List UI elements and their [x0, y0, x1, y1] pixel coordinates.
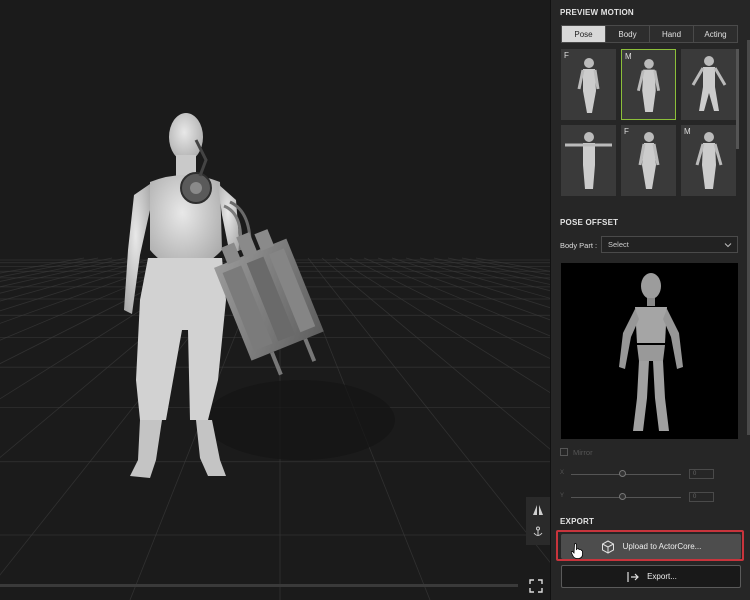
mirror-triangles-icon[interactable]: [527, 499, 549, 521]
preview-motion-title: PREVIEW MOTION: [560, 8, 634, 17]
anchor-icon[interactable]: [527, 521, 549, 543]
motion-tabs: Pose Body Hand Acting: [561, 25, 738, 43]
pose-preview-viewport[interactable]: [561, 263, 738, 439]
pose-thumbnail-grid: F M F M: [561, 49, 737, 197]
thumbnail-tag: M: [684, 127, 691, 136]
upload-actorcore-button[interactable]: Upload to ActorCore...: [561, 534, 741, 559]
pose-thumbnail[interactable]: M: [621, 49, 676, 120]
mannequin-icon: [691, 56, 727, 111]
pose-thumbnail[interactable]: M: [681, 125, 736, 196]
fullscreen-icon[interactable]: [526, 577, 546, 595]
export-arrow-icon: [627, 571, 639, 582]
slider-axis-label: Y: [560, 493, 565, 499]
hand-pointer-icon: [571, 543, 583, 559]
body-part-label: Body Part :: [560, 241, 598, 250]
actorcore-cube-icon: [601, 539, 614, 554]
pose-thumbnail[interactable]: F: [621, 125, 676, 196]
mirror-label: Mirror: [573, 448, 593, 457]
upload-label: Upload to ActorCore...: [622, 542, 702, 551]
pose-thumbnail[interactable]: [681, 49, 736, 120]
pose-offset-title: POSE OFFSET: [560, 218, 619, 227]
slider-knob[interactable]: [619, 470, 626, 477]
thumbnail-tag: F: [624, 127, 629, 136]
tab-acting[interactable]: Acting: [694, 26, 737, 42]
mannequin-preview: [619, 273, 683, 431]
character-model[interactable]: [0, 0, 550, 600]
pose-thumbnail[interactable]: F: [561, 49, 616, 120]
chevron-down-icon: [724, 243, 732, 248]
slider-track[interactable]: [571, 497, 681, 498]
tab-body[interactable]: Body: [606, 26, 650, 42]
tab-pose[interactable]: Pose: [562, 26, 606, 42]
mirror-checkbox[interactable]: [560, 448, 568, 456]
thumbnail-tag: M: [625, 52, 632, 61]
export-label: Export...: [647, 572, 677, 581]
slider-value-field[interactable]: 0: [689, 469, 714, 479]
slider-track[interactable]: [571, 474, 681, 475]
slider-value-field[interactable]: 0: [689, 492, 714, 502]
mannequin-icon: [638, 132, 660, 189]
right-panel: PREVIEW MOTION Pose Body Hand Acting F M…: [550, 0, 750, 600]
mannequin-icon: [565, 132, 612, 189]
offset-slider-row: X 0: [560, 469, 742, 481]
tab-hand[interactable]: Hand: [650, 26, 694, 42]
thumbnail-tag: F: [564, 51, 569, 60]
timeline-bar[interactable]: [0, 584, 518, 587]
3d-viewport[interactable]: [0, 0, 550, 600]
view-tools: [526, 497, 550, 545]
export-button[interactable]: Export...: [561, 565, 741, 588]
offset-slider-row: Y 0: [560, 492, 742, 504]
slider-axis-label: X: [560, 470, 565, 476]
mannequin-icon: [577, 58, 600, 113]
thumbnail-scrollbar[interactable]: [736, 49, 739, 149]
slider-knob[interactable]: [619, 493, 626, 500]
body-part-dropdown[interactable]: Select: [601, 236, 738, 253]
body-part-value: Select: [608, 240, 629, 249]
pose-thumbnail[interactable]: [561, 125, 616, 196]
export-title: EXPORT: [560, 517, 595, 526]
